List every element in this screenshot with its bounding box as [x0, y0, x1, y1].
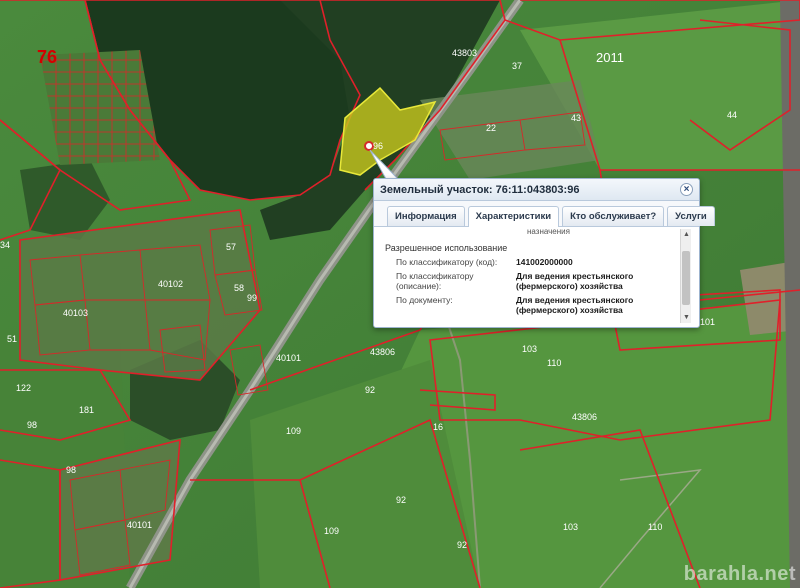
- scroll-up-icon[interactable]: ▲: [681, 229, 691, 240]
- parcel-label-122: 122: [16, 383, 31, 393]
- parcel-label-103-south: 103: [563, 522, 578, 532]
- scroll-down-icon[interactable]: ▼: [681, 312, 691, 323]
- parcel-label-43806-east: 43806: [572, 412, 597, 422]
- classifier-code-row: По классификатору (код): 141002000000: [385, 257, 680, 267]
- document-value: Для ведения крестьянского (фермерского) …: [516, 295, 634, 315]
- tab-information[interactable]: Информация: [387, 206, 465, 226]
- parcel-label-101: 101: [700, 317, 715, 327]
- parcel-label-40102: 40102: [158, 279, 183, 289]
- clipped-text: назначения: [527, 229, 570, 236]
- parcel-label-92-south: 92: [457, 540, 467, 550]
- popup-title: Земельный участок: 76:11:043803:96: [380, 183, 580, 196]
- parcel-label-22: 22: [486, 123, 496, 133]
- parcel-label-92-mid: 92: [396, 495, 406, 505]
- parcel-label-57: 57: [226, 242, 236, 252]
- parcel-label-103-north: 103: [522, 344, 537, 354]
- popup-header: Земельный участок: 76:11:043803:96 ×: [374, 179, 699, 201]
- parcel-label-40101-center: 40101: [276, 353, 301, 363]
- parcel-marker-icon[interactable]: [364, 141, 374, 151]
- parcel-label-43803: 43803: [452, 48, 477, 58]
- parcel-label-40101-south: 40101: [127, 520, 152, 530]
- parcel-label-181: 181: [79, 405, 94, 415]
- tab-characteristics[interactable]: Характеристики: [467, 206, 560, 227]
- parcel-label-92-north: 92: [365, 385, 375, 395]
- parcel-label-98-south: 98: [66, 465, 76, 475]
- scrollbar-thumb[interactable]: [682, 251, 690, 305]
- classifier-description-label: По классификатору (описание):: [396, 271, 474, 291]
- classifier-code-value: 141002000000: [516, 257, 573, 267]
- parcel-label-51: 51: [7, 334, 17, 344]
- classifier-description-value: Для ведения крестьянского (фермерского) …: [516, 271, 634, 291]
- parcel-label-109-north: 109: [286, 426, 301, 436]
- watermark: barahla.net: [683, 563, 796, 585]
- parcel-label-58: 58: [234, 283, 244, 293]
- parcel-label-37: 37: [512, 61, 522, 71]
- popup-tabs: Информация Характеристики Кто обслуживае…: [374, 201, 715, 227]
- popup-scrollbar[interactable]: ▲ ▼: [680, 229, 691, 323]
- parcel-label-43: 43: [571, 113, 581, 123]
- parcel-info-popup: Земельный участок: 76:11:043803:96 × Инф…: [373, 178, 715, 328]
- parcel-label-98-north: 98: [27, 420, 37, 430]
- parcel-label-99: 99: [247, 293, 257, 303]
- tab-services[interactable]: Услуги: [667, 206, 715, 226]
- parcel-label-16: 16: [433, 422, 443, 432]
- parcel-label-40103: 40103: [63, 308, 88, 318]
- garden-plots: [40, 50, 160, 165]
- parcel-label-34: 34: [0, 240, 10, 250]
- close-icon[interactable]: ×: [680, 183, 693, 196]
- parcel-label-2011: 2011: [596, 50, 624, 65]
- document-label: По документу:: [396, 295, 453, 305]
- parcel-label-110-north: 110: [547, 358, 561, 368]
- tab-who-serves[interactable]: Кто обслуживает?: [562, 206, 665, 226]
- parcel-label-44: 44: [727, 110, 737, 120]
- parcel-label-43806-west: 43806: [370, 347, 395, 357]
- classifier-code-label: По классификатору (код):: [396, 257, 498, 267]
- parcel-label-109-south: 109: [324, 526, 339, 536]
- classifier-description-row: По классификатору (описание): Для ведени…: [385, 271, 680, 291]
- parcel-label-110-south: 110: [648, 522, 662, 532]
- parcel-label-76: 76: [37, 47, 57, 67]
- document-row: По документу: Для ведения крестьянского …: [385, 295, 680, 315]
- permitted-use-heading: Разрешенное использование: [385, 243, 508, 253]
- popup-body: назначения Разрешенное использование По …: [380, 229, 691, 323]
- characteristics-content: назначения Разрешенное использование По …: [385, 229, 680, 315]
